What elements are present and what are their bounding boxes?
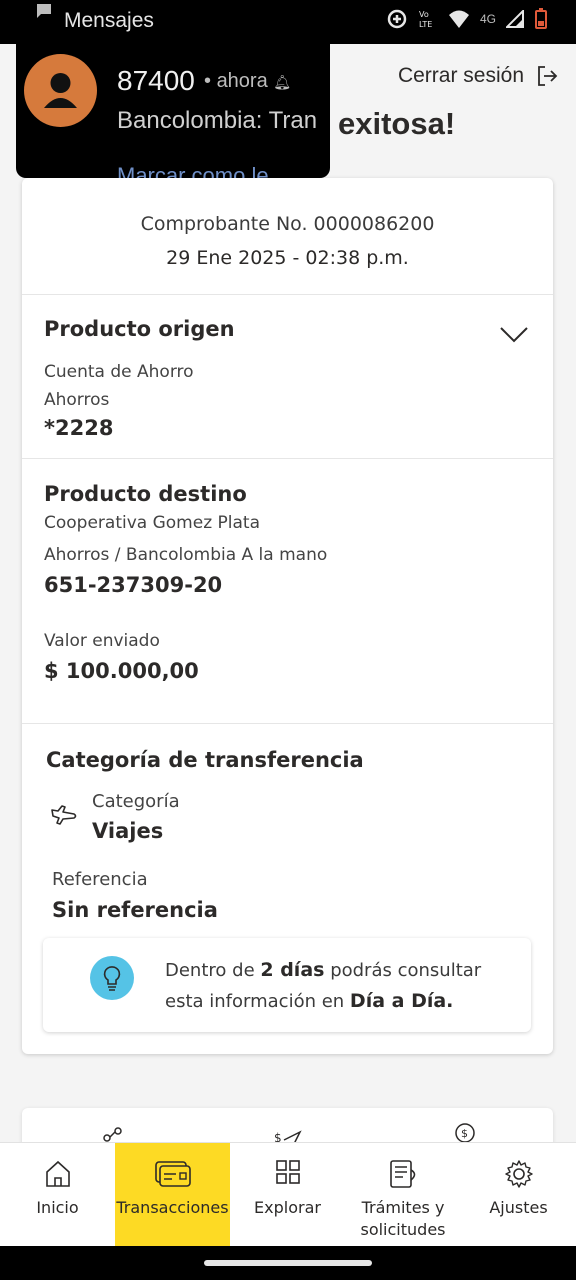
bell-icon: 🔔︎ xyxy=(273,74,292,90)
card-icon xyxy=(154,1161,191,1187)
tip-text-1: Dentro de xyxy=(165,960,261,981)
network-type: 4G xyxy=(479,12,496,26)
origin-account-number: *2228 xyxy=(44,416,114,440)
origin-title: Producto origen xyxy=(44,317,235,341)
svg-text:LTE: LTE xyxy=(419,20,432,29)
reference-label: Referencia xyxy=(52,869,148,890)
nav-label: Transacciones xyxy=(116,1198,229,1217)
divider xyxy=(22,294,553,295)
notification-time: • ahora 🔔︎ xyxy=(204,70,292,92)
destination-detail: Ahorros / Bancolombia A la mano xyxy=(44,545,328,565)
nav-label: Trámites y solicitudes xyxy=(360,1198,446,1239)
divider xyxy=(22,458,553,459)
page-title: exitosa! xyxy=(338,106,456,141)
signal-icon xyxy=(506,10,524,28)
nav-item-inicio[interactable]: Inicio xyxy=(0,1143,115,1247)
data-saver-icon xyxy=(387,9,407,29)
notification-time-label: ahora xyxy=(216,70,268,92)
home-icon xyxy=(45,1160,70,1187)
status-bar: Mensajes Vo LTE 4G xyxy=(0,0,576,44)
nav-label: Ajustes xyxy=(489,1198,548,1217)
svg-text:Vo: Vo xyxy=(419,10,429,19)
logout-label: Cerrar sesión xyxy=(397,64,524,87)
gesture-bar xyxy=(0,1246,576,1280)
document-icon xyxy=(390,1160,416,1188)
category-value: Viajes xyxy=(92,819,164,843)
heads-up-notification[interactable]: 87400 • ahora 🔔︎ Bancolombia: Tran Marca… xyxy=(16,43,330,178)
notification-body: Bancolombia: Tran xyxy=(117,107,318,134)
nav-item-ajustes[interactable]: Ajustes xyxy=(461,1143,576,1247)
person-icon xyxy=(44,73,77,108)
nav-item-transacciones[interactable]: Transacciones xyxy=(115,1143,230,1247)
gear-icon xyxy=(504,1160,533,1188)
chevron-down-icon[interactable] xyxy=(499,326,529,348)
divider xyxy=(22,723,553,724)
category-title: Categoría de transferencia xyxy=(46,748,364,772)
home-indicator[interactable] xyxy=(204,1260,372,1266)
reference-value: Sin referencia xyxy=(52,898,218,922)
logout-button[interactable]: Cerrar sesión xyxy=(398,64,558,88)
avatar xyxy=(24,54,97,127)
mark-as-read-action[interactable]: Marcar como le xyxy=(117,163,269,178)
nav-label: Explorar xyxy=(254,1198,321,1217)
svg-text:$: $ xyxy=(461,1127,468,1140)
notification-sender: 87400 xyxy=(117,65,195,96)
volte-icon: VoLTE xyxy=(419,10,432,29)
tip-days: 2 días xyxy=(260,959,325,981)
nav-item-explorar[interactable]: Explorar xyxy=(230,1143,345,1247)
origin-account-type: Cuenta de Ahorro xyxy=(44,362,194,382)
nav-label: Inicio xyxy=(36,1198,79,1217)
destination-account-number: 651-237309-20 xyxy=(44,573,223,597)
logout-icon xyxy=(538,66,558,86)
info-tip: Dentro de 2 días podrás consultar esta i… xyxy=(43,938,531,1032)
tip-dia-a-dia: Día a Día. xyxy=(349,990,454,1012)
status-icons: Vo LTE 4G xyxy=(386,8,548,30)
receipt-date: 29 Ene 2025 - 02:38 p.m. xyxy=(166,247,409,269)
destination-name: Cooperativa Gomez Plata xyxy=(44,513,260,533)
airplane-icon xyxy=(50,802,78,830)
destination-title: Producto destino xyxy=(44,482,247,506)
message-bubble-icon xyxy=(34,1,54,26)
amount-value: $ 100.000,00 xyxy=(44,659,199,683)
tip-text: Dentro de 2 días podrás consultar esta i… xyxy=(165,955,515,1017)
wifi-icon xyxy=(448,10,469,28)
grid-icon xyxy=(275,1160,300,1184)
receipt-card: Comprobante No. 0000086200 29 Ene 2025 -… xyxy=(22,178,553,1054)
origin-subtype: Ahorros xyxy=(44,390,110,410)
receipt-number: Comprobante No. 0000086200 xyxy=(140,213,435,235)
lightbulb-icon xyxy=(90,956,134,1000)
status-app-name: Mensajes xyxy=(64,9,154,32)
amount-label: Valor enviado xyxy=(44,631,160,651)
bottom-navigation: Inicio Transacciones Explorar Trámites y… xyxy=(0,1142,576,1247)
category-label: Categoría xyxy=(92,791,180,812)
battery-low-icon xyxy=(535,8,547,29)
nav-item-tramites[interactable]: Trámites y solicitudes xyxy=(345,1143,461,1247)
